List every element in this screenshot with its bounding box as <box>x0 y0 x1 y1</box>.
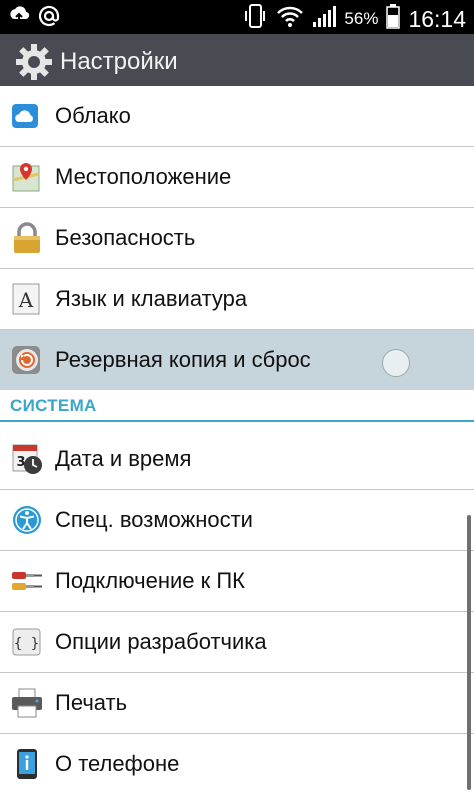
accessibility-icon <box>10 503 44 537</box>
calendar-clock-icon: 3 <box>10 442 44 476</box>
lock-icon <box>10 221 44 255</box>
settings-item-date-time[interactable]: 3 Дата и время <box>0 429 474 489</box>
battery-icon <box>386 3 401 35</box>
touch-indicator <box>382 349 410 377</box>
settings-item-label: Местоположение <box>55 164 232 189</box>
battery-percent: 56% <box>344 9 379 28</box>
cable-icon <box>10 564 44 598</box>
settings-item-label: Резервная копия и сброс <box>55 347 311 372</box>
printer-icon <box>10 686 44 720</box>
svg-text:A: A <box>18 288 34 312</box>
signal-icon <box>312 4 337 34</box>
settings-item-label: Дата и время <box>55 446 192 471</box>
settings-item-label: Язык и клавиатура <box>55 286 248 311</box>
section-header-system: СИСТЕМА <box>0 390 474 422</box>
backup-icon <box>10 343 44 377</box>
wifi-icon <box>276 4 304 34</box>
settings-item-label: Спец. возможности <box>55 507 253 532</box>
clock: 16:14 <box>408 5 466 32</box>
keyboard-letter-icon: A <box>10 282 44 316</box>
settings-item-about-phone[interactable]: О телефоне <box>0 734 474 794</box>
settings-item-security[interactable]: Безопасность <box>0 208 474 268</box>
status-bar: 56% 16:14 <box>0 0 474 34</box>
map-pin-icon <box>10 160 44 194</box>
settings-item-accessibility[interactable]: Спец. возможности <box>0 490 474 550</box>
settings-item-pc-connection[interactable]: Подключение к ПК <box>0 551 474 611</box>
settings-item-label: Облако <box>55 103 131 128</box>
settings-item-location[interactable]: Местоположение <box>0 147 474 207</box>
settings-item-language-keyboard[interactable]: A Язык и клавиатура <box>0 269 474 329</box>
section-label: СИСТЕМА <box>10 396 97 415</box>
settings-item-developer-options[interactable]: { } Опции разработчика <box>0 612 474 672</box>
svg-text:{ }: { } <box>14 636 39 652</box>
settings-item-cloud[interactable]: Облако <box>0 86 474 146</box>
action-bar: Настройки <box>0 34 474 92</box>
cloud-icon <box>10 100 44 134</box>
upload-icon <box>8 5 30 32</box>
svg-text:3: 3 <box>16 455 25 470</box>
page-title: Настройки <box>60 48 178 75</box>
settings-item-label: Безопасность <box>55 225 196 250</box>
settings-item-label: О телефоне <box>55 751 180 776</box>
phone-vibrate-icon <box>242 3 268 35</box>
settings-item-label: Подключение к ПК <box>55 568 245 593</box>
section-divider <box>0 420 474 422</box>
code-braces-icon: { } <box>10 625 44 659</box>
settings-item-label: Опции разработчика <box>55 629 267 654</box>
at-sign-icon <box>38 5 60 32</box>
settings-item-label: Печать <box>55 690 128 715</box>
settings-item-print[interactable]: Печать <box>0 673 474 733</box>
gear-icon[interactable] <box>14 42 54 82</box>
scrollbar[interactable] <box>467 515 471 790</box>
phone-info-icon <box>10 747 44 781</box>
